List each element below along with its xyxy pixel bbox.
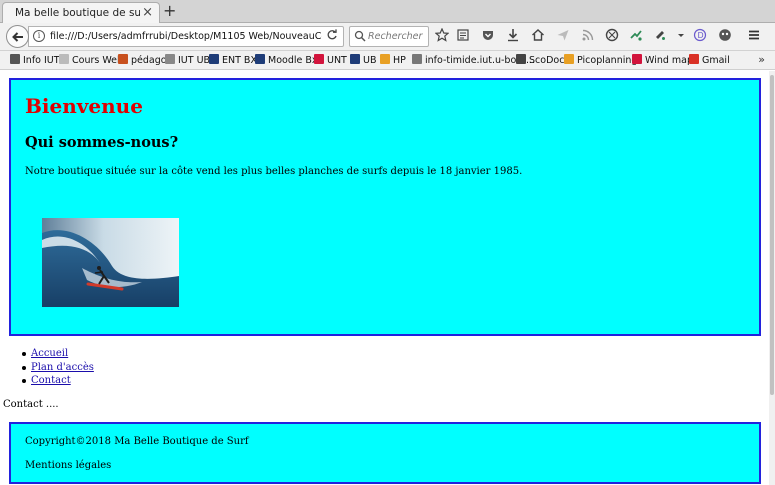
bookmark-favicon-icon: [632, 54, 642, 64]
addon-icon[interactable]: [652, 28, 668, 44]
bookmark-favicon-icon: [255, 54, 265, 64]
browser-tab[interactable]: Ma belle boutique de surf - co... ×: [2, 2, 160, 24]
d-icon[interactable]: D: [692, 28, 708, 44]
reload-icon[interactable]: [326, 29, 338, 44]
nav-item-accueil: Accueil: [22, 347, 94, 361]
scrollbar-thumb[interactable]: [770, 75, 774, 395]
search-placeholder: Rechercher: [368, 31, 423, 42]
url-text[interactable]: file:///D:/Users/admfrrubi/Desktop/M1105…: [50, 31, 322, 42]
bookmark-cours-web[interactable]: Cours Web: [59, 54, 123, 67]
info-icon[interactable]: i: [33, 30, 45, 42]
nav-list: Accueil Plan d'accès Contact: [22, 347, 94, 388]
bookmark-favicon-icon: [516, 54, 526, 64]
home-icon[interactable]: [530, 28, 546, 44]
reading-list-icon[interactable]: [455, 28, 471, 44]
hero-section: Bienvenue Qui sommes-nous? Notre boutiqu…: [9, 78, 761, 336]
bookmark-ub[interactable]: UB: [350, 54, 376, 67]
bookmark-hp[interactable]: HP: [380, 54, 406, 67]
download-icon[interactable]: [505, 28, 521, 44]
bookmark-ent-bx[interactable]: ENT BX: [209, 54, 257, 67]
nav-link-plan-acces[interactable]: Plan d'accès: [31, 362, 94, 373]
page-title: Bienvenue: [25, 94, 143, 118]
tab-title: Ma belle boutique de surf - co...: [15, 7, 140, 19]
bookmark-pedago[interactable]: pédago: [118, 54, 167, 67]
bookmarks-toolbar: Info IUT Cours Web pédago IUT UB ENT BX …: [0, 51, 775, 70]
bookmark-unt[interactable]: UNT: [314, 54, 347, 67]
surf-photo: [42, 218, 179, 307]
contact-text: Contact ....: [3, 399, 59, 410]
bookmark-favicon-icon: [10, 54, 20, 64]
bookmark-favicon-icon: [380, 54, 390, 64]
bookmark-info-iut[interactable]: Info IUT: [10, 54, 60, 67]
star-icon[interactable]: [434, 27, 450, 44]
footer: Copyright©2018 Ma Belle Boutique de Surf…: [9, 422, 761, 484]
footer-copyright: Copyright©2018 Ma Belle Boutique de Surf: [25, 436, 249, 447]
nav-item-contact: Contact: [22, 374, 94, 388]
nav-link-accueil[interactable]: Accueil: [31, 348, 68, 359]
bookmark-iut-ub[interactable]: IUT UB: [165, 54, 210, 67]
menu-icon[interactable]: [746, 28, 762, 44]
bookmark-gmail[interactable]: Gmail: [689, 54, 730, 67]
bookmark-favicon-icon: [209, 54, 219, 64]
nav-item-plan: Plan d'accès: [22, 361, 94, 375]
tab-strip: Ma belle boutique de surf - co... × +: [0, 0, 775, 24]
close-tab-icon[interactable]: ×: [142, 6, 153, 20]
navigation-bar: i file:///D:/Users/admfrrubi/Desktop/M11…: [0, 23, 775, 51]
page-viewport: Bienvenue Qui sommes-nous? Notre boutiqu…: [0, 71, 775, 485]
section-heading: Qui sommes-nous?: [25, 134, 179, 151]
send-icon[interactable]: [555, 28, 571, 44]
bookmark-favicon-icon: [165, 54, 175, 64]
nav-link-contact[interactable]: Contact: [31, 375, 71, 386]
bookmark-picoplanning[interactable]: Picoplanning: [564, 54, 637, 67]
search-icon: [354, 30, 366, 42]
back-button[interactable]: [6, 25, 29, 48]
pocket-icon[interactable]: [480, 28, 496, 44]
svg-text:D: D: [698, 31, 704, 40]
search-bar[interactable]: Rechercher: [349, 26, 429, 47]
bookmark-favicon-icon: [564, 54, 574, 64]
footer-legal: Mentions légales: [25, 460, 112, 471]
rss-icon[interactable]: [580, 28, 596, 44]
bookmark-favicon-icon: [59, 54, 69, 64]
bookmark-favicon-icon: [118, 54, 128, 64]
bookmark-moodle-bx[interactable]: Moodle Bx: [255, 54, 318, 67]
new-tab-button[interactable]: +: [163, 2, 176, 20]
bookmark-favicon-icon: [689, 54, 699, 64]
bookmarks-overflow-button[interactable]: »: [758, 53, 765, 66]
scrollbar[interactable]: [769, 71, 775, 485]
ublock-icon[interactable]: [604, 28, 620, 44]
url-bar[interactable]: i file:///D:/Users/admfrrubi/Desktop/M11…: [28, 26, 344, 47]
back-arrow-icon: [12, 32, 23, 42]
bookmark-favicon-icon: [350, 54, 360, 64]
intro-paragraph: Notre boutique située sur la côte vend l…: [25, 166, 523, 177]
ghost-icon[interactable]: [717, 28, 733, 44]
bookmark-scodoc[interactable]: ScoDoc: [516, 54, 564, 67]
bookmark-favicon-icon: [314, 54, 324, 64]
extension-icon[interactable]: [628, 28, 644, 44]
dropdown-icon[interactable]: [673, 28, 689, 44]
bookmark-wind-map[interactable]: Wind map: [632, 54, 693, 67]
bookmark-favicon-icon: [412, 54, 422, 64]
